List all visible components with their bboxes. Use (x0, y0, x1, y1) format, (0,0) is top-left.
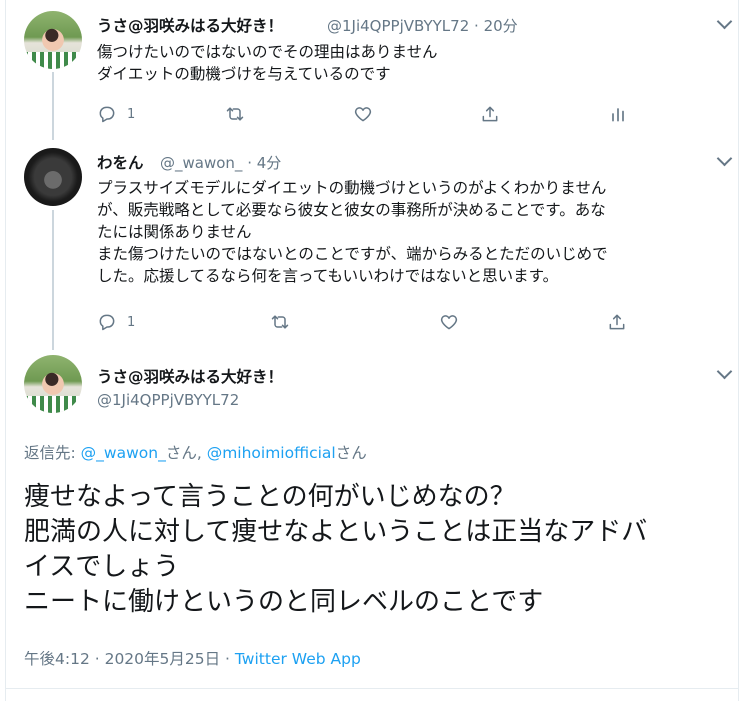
like-icon (354, 107, 372, 122)
reply-count: 1 (127, 106, 136, 122)
reply-button[interactable]: 1 (97, 310, 135, 334)
share-button[interactable] (480, 102, 500, 126)
main-tweet-text: 痩せなよって言うことの何がいじめなの？ 肥満の人に対して痩せなよということは正当… (24, 480, 647, 620)
chevron-down-icon[interactable] (716, 363, 733, 380)
divider (5, 688, 739, 689)
handle[interactable]: @1Ji4QPPjVBYYL72 (327, 17, 469, 35)
avatar[interactable] (24, 11, 82, 69)
tweet-actions: 1 (97, 310, 637, 334)
tweet-line: 傷つけたいのではないのでその理由はありません (97, 43, 438, 61)
handle[interactable]: @1Ji4QPPjVBYYL72 (97, 391, 239, 409)
tweet-text: プラスサイズモデルにダイエットの動機づけというのがよくわかりません が、販売戦略… (97, 177, 608, 287)
share-icon (609, 314, 625, 330)
reply-san: さん, (165, 444, 207, 462)
reply-to-line: 返信先: @_wawon_さん, @mihoimiofficialさん (24, 441, 367, 463)
tweet-line: が、販売戦略として必要なら彼女と彼女の事務所が決めることです。あな (97, 201, 606, 219)
thread-connector (52, 210, 54, 350)
analytics-button[interactable] (608, 102, 628, 126)
chevron-down-icon[interactable] (716, 150, 733, 167)
handle[interactable]: @_wawon_ (160, 154, 242, 172)
analytics-icon (612, 108, 624, 122)
reply-san: さん (335, 444, 367, 462)
thread-connector (52, 72, 54, 140)
chevron-down-icon[interactable] (716, 13, 733, 30)
avatar[interactable] (24, 148, 82, 206)
timestamp-text[interactable]: 午後4:12 · 2020年5月25日 · (24, 650, 235, 668)
tweet-1[interactable]: うさ@羽咲みはる大好き！ @1Ji4QPPjVBYYL72 · 20分 傷つけた… (0, 0, 745, 140)
tweet-line: たには関係ありません (97, 223, 252, 241)
reply-icon (99, 106, 115, 123)
tweet-2[interactable]: わをん @_wawon_ · 4分 プラスサイズモデルにダイエットの動機づけとい… (0, 140, 745, 350)
retweet-icon (226, 107, 244, 121)
avatar[interactable] (24, 355, 82, 413)
display-name[interactable]: うさ@羽咲みはる大好き！ (97, 365, 283, 387)
tweet-meta: @1Ji4QPPjVBYYL72 · 20分 (327, 15, 518, 36)
tweet-line: 痩せなよって言うことの何がいじめなの？ (24, 482, 516, 512)
reply-count: 1 (127, 314, 136, 330)
reply-user-link[interactable]: @_wawon_ (81, 444, 166, 462)
tweet-time[interactable]: 20分 (484, 17, 518, 35)
tweet-line: イスでしょう (24, 552, 180, 582)
tweet-line: した。応援してるなら何を言ってもいいわけではないと思います。 (97, 267, 559, 285)
like-icon (440, 315, 458, 330)
tweet-line: ニートに働けというのと同レベルのことです (24, 587, 544, 617)
display-name[interactable]: うさ@羽咲みはる大好き！ (97, 14, 283, 36)
retweet-icon (271, 315, 289, 329)
separator: · (247, 154, 252, 172)
tweet-line: プラスサイズモデルにダイエットの動機づけというのがよくわかりません (97, 179, 607, 197)
tweet-timestamp: 午後4:12 · 2020年5月25日 · Twitter Web App (24, 647, 361, 669)
share-icon (482, 106, 498, 122)
reply-prefix: 返信先: (24, 444, 81, 462)
retweet-button[interactable] (270, 310, 290, 334)
tweet-line: 肥満の人に対して痩せなよということは正当なアドバ (24, 517, 648, 547)
tweet-actions: 1 (97, 102, 637, 126)
tweet-line: ダイエットの動機づけを与えているのです (97, 65, 391, 83)
reply-button[interactable]: 1 (97, 102, 135, 126)
source-link[interactable]: Twitter Web App (235, 650, 361, 668)
tweet-time[interactable]: 4分 (257, 154, 282, 172)
retweet-button[interactable] (225, 102, 245, 126)
tweet-line: また傷つけたいのではないとのことですが、端からみるとただのいじめで (97, 245, 608, 263)
share-button[interactable] (607, 310, 627, 334)
reply-icon (99, 314, 115, 331)
tweet-meta: @_wawon_ · 4分 (160, 152, 281, 173)
display-name[interactable]: わをん (97, 151, 144, 173)
tweet-text: 傷つけたいのではないのでその理由はありません ダイエットの動機づけを与えているの… (97, 41, 438, 85)
like-button[interactable] (439, 310, 459, 334)
like-button[interactable] (353, 102, 373, 126)
reply-user-link[interactable]: @mihoimiofficial (207, 444, 336, 462)
separator: · (474, 17, 479, 35)
